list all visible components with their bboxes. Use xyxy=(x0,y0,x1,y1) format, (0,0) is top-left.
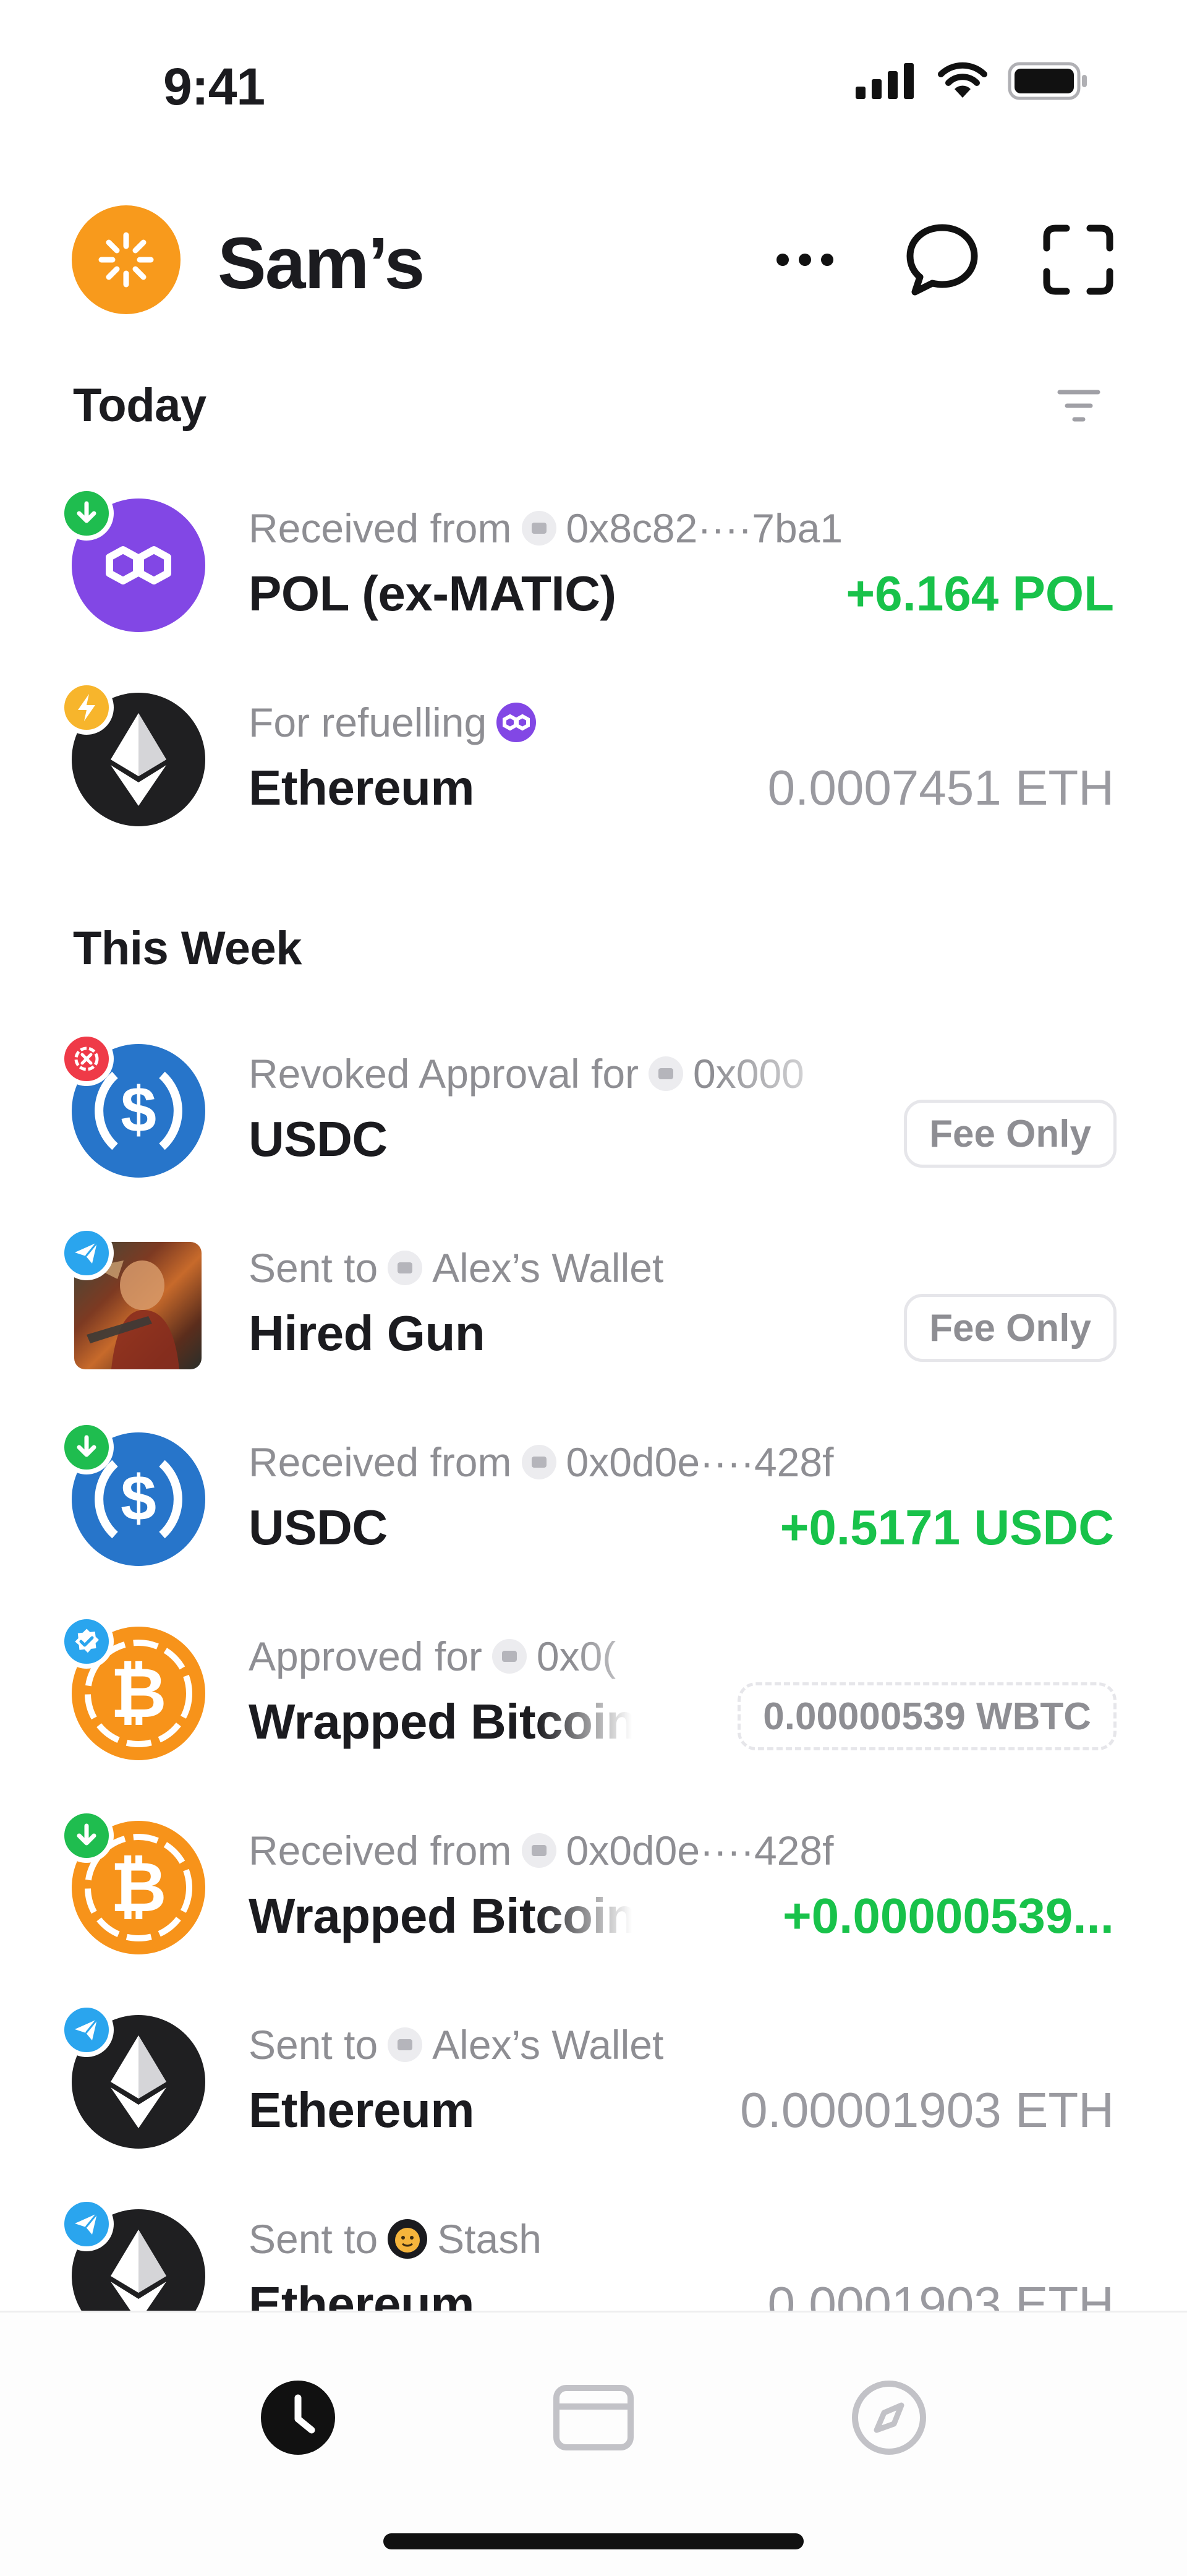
transaction-row[interactable]: $ Revoked Approval for 0x000 USDC Fee On… xyxy=(0,1007,1187,1192)
sparkle-icon xyxy=(98,232,154,288)
transaction-amount: +6.164 POL xyxy=(846,566,1114,621)
subtitle-label: Received from xyxy=(249,1439,512,1485)
compass-icon xyxy=(852,2381,926,2455)
transaction-subtitle: Received from 0x0d0e····428f xyxy=(249,1827,833,1874)
transaction-subtitle: Approved for 0x0( xyxy=(249,1633,681,1680)
counterparty-address: 0x0d0e····428f xyxy=(566,1439,834,1485)
receive-badge-icon xyxy=(59,1420,114,1474)
status-icons xyxy=(856,62,1088,100)
wifi-icon xyxy=(938,62,987,98)
chat-button[interactable] xyxy=(904,221,981,298)
subtitle-label: For refuelling xyxy=(249,700,487,745)
tab-activity[interactable] xyxy=(255,2374,341,2461)
counterparty-name: Alex’s Wallet xyxy=(432,1245,664,1291)
approve-badge-icon xyxy=(59,1614,114,1669)
approval-amount-badge: 0.00000539 WBTC xyxy=(738,1682,1117,1750)
transaction-row[interactable]: Received from 0x8c82····7ba1 POL (ex-MAT… xyxy=(0,461,1187,647)
transaction-subtitle: Revoked Approval for 0x000 xyxy=(249,1050,867,1097)
more-horizontal-icon xyxy=(776,254,833,266)
counterparty-address: 0x000 xyxy=(693,1051,804,1097)
token-name: USDC xyxy=(249,1500,388,1555)
token-name: Wrapped Bitcoin xyxy=(249,1694,632,1749)
stash-avatar-icon xyxy=(388,2219,428,2259)
subtitle-label: Sent to xyxy=(249,1245,378,1291)
svg-text:$: $ xyxy=(121,1074,156,1146)
subtitle-label: Sent to xyxy=(249,2216,378,2262)
address-wallet-icon xyxy=(649,1056,684,1091)
receive-badge-icon xyxy=(59,1808,114,1863)
transaction-row[interactable]: ₿ Received from 0x0d0e····428f Wrapped B… xyxy=(0,1784,1187,1969)
subtitle-label: Sent to xyxy=(249,2022,378,2068)
chat-bubble-icon xyxy=(906,224,978,296)
counterparty-name: Stash xyxy=(437,2216,542,2262)
send-badge-icon xyxy=(59,2197,114,2251)
receive-badge-icon xyxy=(59,486,114,541)
tab-wallet[interactable] xyxy=(550,2374,637,2461)
counterparty-name: Alex’s Wallet xyxy=(432,2022,664,2068)
transaction-subtitle: Received from 0x8c82····7ba1 xyxy=(249,505,843,552)
subtitle-label: Received from xyxy=(249,505,512,551)
address-wallet-icon xyxy=(521,1445,556,1479)
transaction-subtitle: Sent to Alex’s Wallet xyxy=(249,2021,663,2068)
address-wallet-icon xyxy=(491,1639,527,1674)
transaction-row[interactable]: Sent to Alex’s Wallet Hired Gun Fee Only xyxy=(0,1201,1187,1387)
address-wallet-icon xyxy=(521,511,556,546)
transaction-subtitle: Sent to Stash xyxy=(249,2215,542,2262)
token-name: Ethereum xyxy=(249,760,474,815)
scan-button[interactable] xyxy=(1040,221,1117,298)
fee-only-badge: Fee Only xyxy=(904,1294,1117,1362)
token-name: Wrapped Bitcoin xyxy=(249,1888,632,1943)
token-name: Ethereum xyxy=(249,2082,474,2137)
send-badge-icon xyxy=(59,1226,114,1280)
wallet-header: Sam’s xyxy=(0,198,1187,322)
svg-text:₿: ₿ xyxy=(110,1654,166,1732)
send-badge-icon xyxy=(59,2003,114,2057)
transaction-subtitle: For refuelling xyxy=(249,699,537,746)
fee-only-badge: Fee Only xyxy=(904,1100,1117,1168)
token-name: Hired Gun xyxy=(249,1306,485,1361)
transaction-row[interactable]: For refuelling Ethereum 0.0007451 ETH xyxy=(0,656,1187,841)
wallet-avatar[interactable] xyxy=(72,205,181,314)
filter-button[interactable] xyxy=(1051,383,1107,428)
counterparty-address: 0x0( xyxy=(536,1633,616,1679)
svg-text:$: $ xyxy=(121,1463,156,1534)
more-button[interactable] xyxy=(767,221,843,298)
counterparty-address: 0x8c82····7ba1 xyxy=(566,505,843,551)
scan-frame-icon xyxy=(1043,225,1113,295)
counterparty-address: 0x0d0e····428f xyxy=(566,1828,834,1873)
transaction-amount: 0.0007451 ETH xyxy=(767,760,1114,815)
transaction-row[interactable]: ₿ Approved for 0x0( Wrapped Bitcoin 0.00… xyxy=(0,1590,1187,1775)
address-wallet-icon xyxy=(388,2027,423,2062)
transaction-subtitle: Received from 0x0d0e····428f xyxy=(249,1439,833,1486)
status-time: 9:41 xyxy=(163,58,265,116)
subtitle-label: Revoked Approval for xyxy=(249,1051,639,1097)
section-today: Today xyxy=(73,379,206,432)
transaction-amount: +0.00000539... xyxy=(782,1888,1114,1943)
refuel-badge-icon xyxy=(59,680,114,735)
address-wallet-icon xyxy=(388,1251,423,1285)
transaction-row[interactable]: Sent to Alex’s Wallet Ethereum 0.0000190… xyxy=(0,1978,1187,2163)
battery-icon xyxy=(1008,62,1087,100)
clock-icon xyxy=(261,2381,335,2455)
token-name: USDC xyxy=(249,1111,388,1166)
revoke-badge-icon xyxy=(59,1032,114,1086)
wallet-name[interactable]: Sam’s xyxy=(218,221,425,306)
home-indicator xyxy=(383,2533,804,2549)
cellular-signal-icon xyxy=(856,63,914,99)
pol-mini-icon xyxy=(496,703,537,742)
subtitle-label: Received from xyxy=(249,1828,512,1873)
wallet-card-icon xyxy=(553,2385,634,2450)
tab-explore[interactable] xyxy=(846,2374,932,2461)
status-bar: 9:41 xyxy=(0,0,1187,161)
svg-text:₿: ₿ xyxy=(110,1849,166,1926)
transaction-amount: +0.5171 USDC xyxy=(780,1500,1114,1555)
section-this-week: This Week xyxy=(73,922,302,975)
address-wallet-icon xyxy=(521,1833,556,1868)
filter-icon xyxy=(1057,390,1100,422)
transaction-subtitle: Sent to Alex’s Wallet xyxy=(249,1244,663,1291)
transaction-amount: 0.00001903 ETH xyxy=(740,2082,1114,2137)
token-name: POL (ex-MATIC) xyxy=(249,566,616,621)
transaction-row[interactable]: $ Received from 0x0d0e····428f USDC +0.5… xyxy=(0,1395,1187,1581)
subtitle-label: Approved for xyxy=(249,1633,482,1679)
